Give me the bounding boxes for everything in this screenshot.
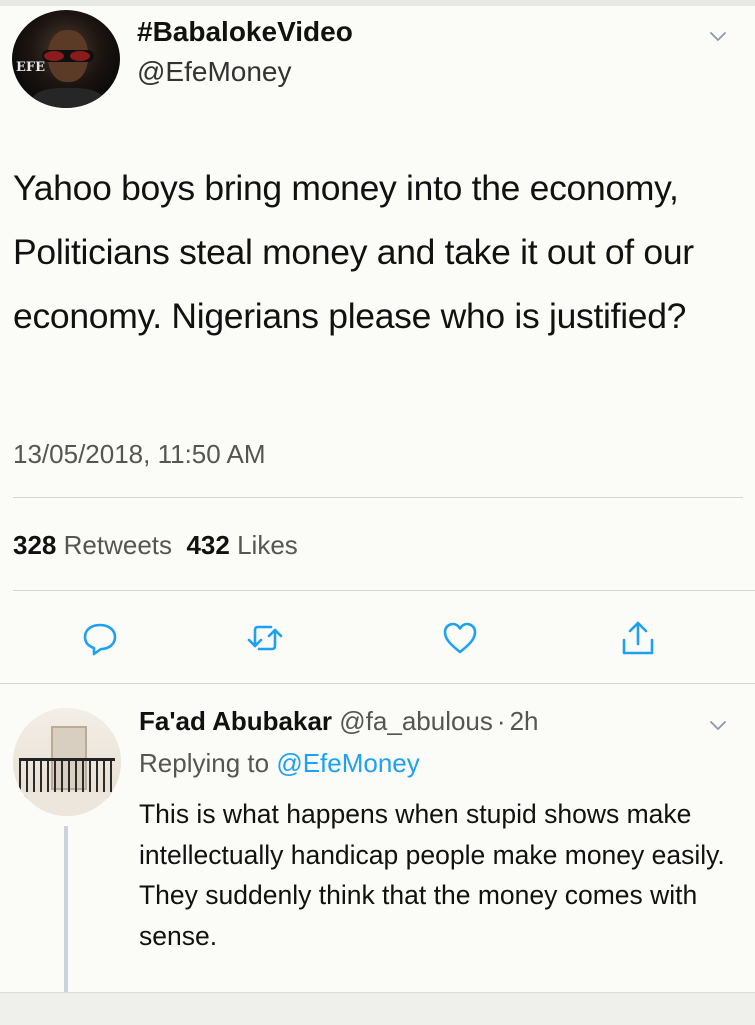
author-display-name[interactable]: #BabalokeVideo [137, 16, 353, 48]
avatar-shirt [32, 88, 104, 108]
replying-to-handle-link[interactable]: @EfeMoney [276, 748, 419, 778]
author-avatar[interactable]: EFE [12, 10, 120, 108]
chevron-down-icon[interactable] [708, 26, 728, 46]
replying-to-label: Replying to [139, 748, 270, 778]
tweet-text: Yahoo boys bring money into the economy,… [13, 168, 694, 336]
tweet-timestamp[interactable]: 13/05/2018, 11:50 AM [13, 439, 266, 470]
share-icon[interactable] [618, 618, 658, 658]
reply-author-name[interactable]: Fa'ad Abubakar [139, 706, 332, 736]
divider [13, 590, 755, 591]
reply-author-avatar[interactable] [13, 708, 121, 816]
retweets-count[interactable]: 328 [13, 530, 56, 560]
divider [13, 497, 743, 498]
likes-count[interactable]: 432 [186, 530, 229, 560]
replying-to: Replying to @EfeMoney [139, 748, 420, 779]
avatar-lens-left [44, 51, 64, 61]
avatar-base [13, 792, 121, 816]
chevron-down-icon[interactable] [708, 715, 728, 735]
retweet-icon[interactable] [245, 618, 285, 658]
likes-label[interactable]: Likes [237, 530, 298, 560]
reply-text: This is what happens when stupid shows m… [139, 799, 725, 951]
reply-time[interactable]: 2h [510, 706, 539, 736]
bottom-bar [0, 992, 755, 1025]
separator-dot: · [496, 706, 506, 736]
tweet-card: EFE #BabalokeVideo @EfeMoney Yahoo boys … [0, 0, 755, 992]
reply-header: Fa'ad Abubakar @fa_abulous · 2h [139, 706, 539, 737]
author-handle[interactable]: @EfeMoney [137, 56, 292, 88]
retweets-label[interactable]: Retweets [64, 530, 172, 560]
like-icon[interactable] [440, 618, 480, 658]
divider [0, 683, 755, 684]
avatar-lens-right [70, 51, 90, 61]
avatar-logo: EFE [16, 60, 46, 75]
reply-author-handle[interactable]: @fa_abulous [339, 706, 493, 736]
thread-line [64, 826, 68, 992]
top-divider [0, 0, 755, 6]
tweet-stats: 328 Retweets 432 Likes [13, 530, 298, 561]
reply-icon[interactable] [80, 618, 120, 658]
